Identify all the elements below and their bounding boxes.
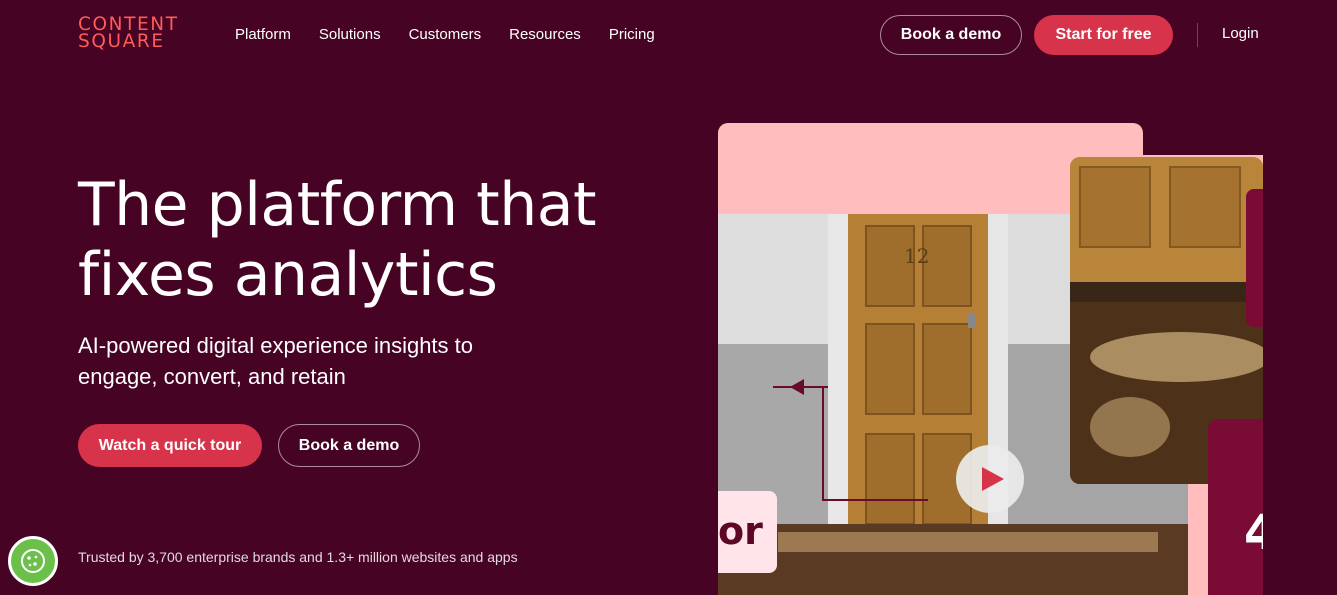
- play-icon: [981, 467, 1004, 491]
- header-book-demo-button[interactable]: Book a demo: [880, 15, 1022, 55]
- door-number: 12: [904, 244, 930, 268]
- hero-title: The platform that fixes analytics: [78, 170, 597, 310]
- logo-line-2: SQUARE: [78, 31, 165, 52]
- login-link[interactable]: Login: [1222, 25, 1259, 42]
- nav-customers[interactable]: Customers: [409, 25, 482, 45]
- logo[interactable]: CONTENT SQUARE: [78, 15, 179, 52]
- nav-resources[interactable]: Resources: [509, 25, 581, 45]
- trusted-by-text: Trusted by 3,700 enterprise brands and 1…: [78, 549, 518, 565]
- play-video-button[interactable]: [956, 445, 1024, 513]
- main-nav: Platform Solutions Customers Resources P…: [235, 25, 683, 45]
- overlay-card-text: or: [718, 509, 763, 553]
- cookie-settings-button[interactable]: [8, 536, 58, 586]
- side-tab: [1246, 189, 1263, 327]
- nav-pricing[interactable]: Pricing: [609, 25, 655, 45]
- overlay-card: or: [718, 491, 777, 573]
- header-divider: [1197, 23, 1198, 47]
- hero-book-demo-button[interactable]: Book a demo: [278, 424, 420, 467]
- hero-subtitle: AI-powered digital experience insights t…: [78, 333, 474, 389]
- stat-number: 4: [1244, 505, 1263, 561]
- cookie-icon: [21, 549, 45, 573]
- hero-visual: 12 4 or: [718, 123, 1263, 595]
- nav-solutions[interactable]: Solutions: [319, 25, 381, 45]
- watch-tour-button[interactable]: Watch a quick tour: [78, 424, 262, 467]
- header-start-free-button[interactable]: Start for free: [1034, 15, 1173, 55]
- nav-platform[interactable]: Platform: [235, 25, 291, 45]
